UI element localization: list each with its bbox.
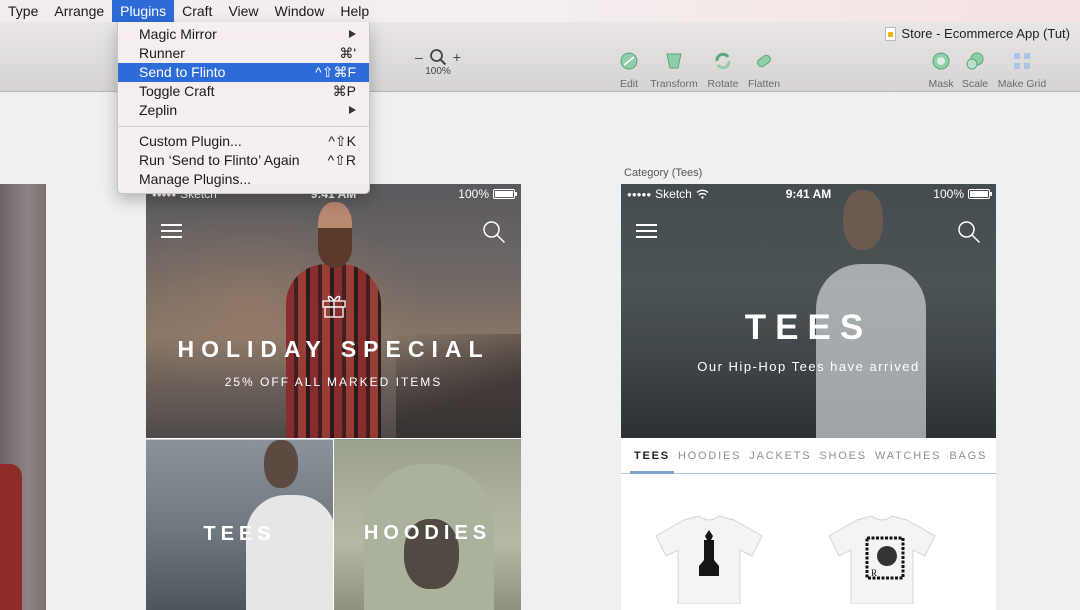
rotate-tool[interactable]: Rotate	[704, 51, 742, 90]
menu-craft[interactable]: Craft	[174, 0, 220, 22]
menu-item-label: Magic Mirror	[139, 26, 217, 42]
document-title: Store - Ecommerce App (Tut)	[885, 26, 1070, 41]
product-tee-chess-image[interactable]	[654, 514, 764, 604]
battery-icon	[493, 189, 517, 199]
rotate-icon	[715, 52, 731, 70]
menu-bar: Type Arrange Plugins Craft View Window H…	[0, 0, 1080, 22]
menu-item-label: Zeplin	[139, 102, 178, 118]
mask-label: Mask	[928, 78, 954, 90]
make-grid-icon	[1014, 53, 1030, 69]
menu-item-manage-plugins[interactable]: Manage Plugins...	[118, 170, 369, 189]
document-title-text: Store - Ecommerce App (Tut)	[901, 26, 1070, 41]
menu-item-toggle-craft[interactable]: Toggle Craft ⌘P	[118, 82, 369, 101]
category-hero-title: TEES	[744, 308, 873, 347]
category-tile-hoodies[interactable]: HOODIES	[334, 439, 521, 610]
submenu-arrow-icon	[349, 106, 356, 114]
flatten-label: Flatten	[747, 78, 781, 90]
menu-view[interactable]: View	[220, 0, 266, 22]
menu-item-shortcut: ^⇧⌘F	[315, 64, 356, 80]
make-grid-label: Make Grid	[997, 78, 1047, 90]
menu-item-label: Custom Plugin...	[139, 133, 242, 149]
category-tabs: TEES HOODIES JACKETS SHOES WATCHES BAGS	[621, 438, 996, 474]
svg-text:R: R	[871, 568, 877, 578]
edit-label: Edit	[619, 78, 639, 90]
zoom-out-button[interactable]: –	[415, 49, 423, 65]
tab-jackets[interactable]: JACKETS	[749, 438, 811, 473]
edit-icon	[620, 52, 638, 70]
menu-item-send-to-flinto[interactable]: Send to Flinto ^⇧⌘F	[118, 63, 369, 82]
battery-percent: 100%	[933, 187, 964, 201]
edit-tool[interactable]: Edit	[614, 51, 644, 90]
menu-item-shortcut: ^⇧K	[328, 133, 356, 149]
artboard-category-tees[interactable]: ●●●●● Sketch 9:41 AM 100% TEES Our Hip-Ho…	[621, 184, 996, 610]
menu-item-run-again[interactable]: Run ‘Send to Flinto’ Again ^⇧R	[118, 151, 369, 170]
menu-help[interactable]: Help	[332, 0, 377, 22]
tile-person-body	[246, 495, 333, 610]
magnifier-icon[interactable]	[429, 48, 447, 66]
artboard-partial-left[interactable]	[0, 184, 46, 610]
hamburger-menu-icon[interactable]	[636, 224, 657, 238]
hero-person-beard	[318, 228, 352, 268]
category-status-bar: ●●●●● Sketch 9:41 AM 100%	[621, 184, 996, 204]
search-icon[interactable]	[957, 220, 981, 244]
tab-watches[interactable]: WATCHES	[875, 438, 941, 473]
transform-label: Transform	[650, 78, 698, 90]
category-tile-tees[interactable]: TEES	[146, 439, 333, 610]
menu-plugins[interactable]: Plugins	[112, 0, 175, 22]
battery-percent: 100%	[458, 187, 489, 201]
plugins-dropdown-menu: Magic Mirror Runner ⌘' Send to Flinto ^⇧…	[117, 22, 370, 194]
menu-item-label: Send to Flinto	[139, 64, 226, 80]
tab-tees[interactable]: TEES	[630, 438, 674, 474]
menu-window[interactable]: Window	[267, 0, 333, 22]
flatten-tool[interactable]: Flatten	[744, 51, 784, 90]
transform-icon	[666, 53, 682, 69]
product-tee-stamp-image[interactable]: R	[827, 514, 937, 604]
hamburger-menu-icon[interactable]	[161, 224, 182, 238]
menu-item-shortcut: ⌘'	[339, 45, 356, 61]
home-hero-title: HOLIDAY SPECIAL	[177, 336, 490, 362]
tile-hoodies-label: HOODIES	[363, 522, 492, 544]
flatten-icon	[757, 54, 771, 68]
tab-bags[interactable]: BAGS	[949, 438, 987, 473]
menu-item-label: Run ‘Send to Flinto’ Again	[139, 152, 300, 168]
menu-item-label: Toggle Craft	[139, 83, 215, 99]
menu-type[interactable]: Type	[0, 0, 46, 22]
tile-person-head	[264, 440, 298, 488]
menu-separator	[118, 126, 369, 127]
menu-item-runner[interactable]: Runner ⌘'	[118, 44, 369, 63]
artboard-photo-detail	[0, 464, 22, 610]
menu-item-shortcut: ⌘P	[332, 83, 356, 99]
rotate-label: Rotate	[707, 78, 739, 90]
hero-person-torso	[816, 264, 926, 438]
menu-item-magic-mirror[interactable]: Magic Mirror	[118, 25, 369, 44]
home-hero-subtitle: 25% OFF ALL MARKED ITEMS	[224, 375, 443, 389]
scale-icon	[966, 52, 984, 70]
zoom-in-button[interactable]: +	[453, 49, 461, 65]
zoom-control: – + 100%	[408, 48, 468, 77]
scale-tool[interactable]: Scale	[960, 51, 990, 90]
battery-icon	[968, 189, 992, 199]
mask-icon	[932, 52, 950, 70]
category-hero-subtitle: Our Hip-Hop Tees have arrived	[697, 359, 920, 374]
gift-icon	[322, 295, 346, 318]
menu-item-label: Manage Plugins...	[139, 171, 252, 187]
artboard-home[interactable]: ●●●●● Sketch 9:41 AM 100% HOLIDAY SPECIAL…	[146, 184, 521, 610]
tab-shoes[interactable]: SHOES	[819, 438, 867, 473]
mask-tool[interactable]: Mask	[926, 51, 956, 90]
menu-item-label: Runner	[139, 45, 185, 61]
sketch-document-icon	[885, 26, 897, 41]
menu-item-shortcut: ^⇧R	[327, 152, 356, 168]
menu-arrange[interactable]: Arrange	[46, 0, 112, 22]
menu-item-zeplin[interactable]: Zeplin	[118, 101, 369, 120]
menu-item-custom-plugin[interactable]: Custom Plugin... ^⇧K	[118, 132, 369, 151]
transform-tool[interactable]: Transform	[647, 51, 701, 90]
make-grid-tool[interactable]: Make Grid	[995, 51, 1049, 90]
tab-hoodies[interactable]: HOODIES	[678, 438, 741, 473]
tile-tees-label: TEES	[203, 523, 276, 545]
zoom-level: 100%	[425, 66, 451, 77]
artboard-name-label[interactable]: Category (Tees)	[624, 167, 702, 179]
search-icon[interactable]	[482, 220, 506, 244]
scale-label: Scale	[961, 78, 989, 90]
submenu-arrow-icon	[349, 30, 356, 38]
